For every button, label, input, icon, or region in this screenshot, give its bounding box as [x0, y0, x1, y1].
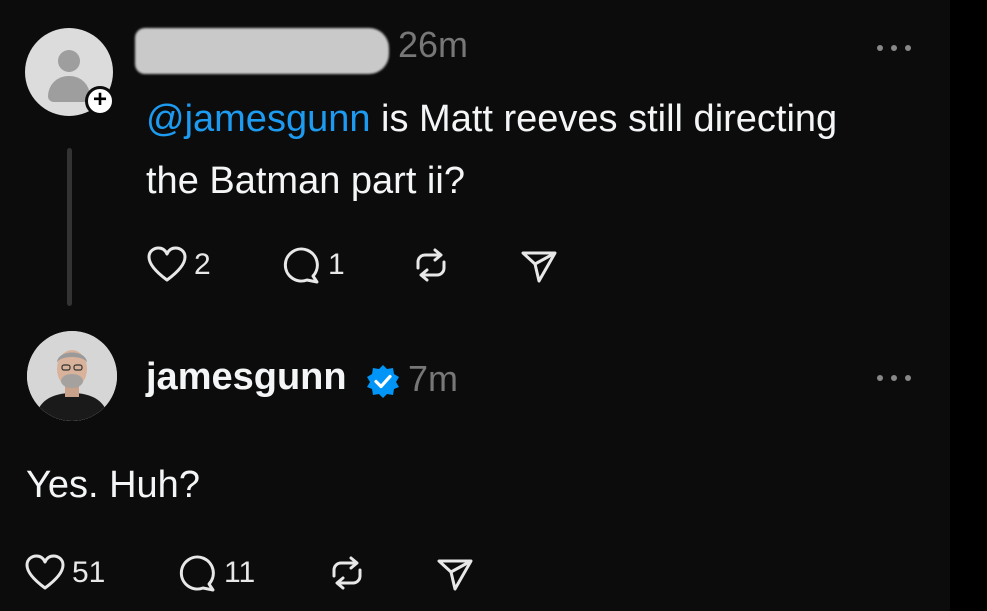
- post1-timestamp: 26m: [398, 24, 469, 65]
- post1-body: @jamesgunn is Matt reeves still directin…: [146, 88, 846, 212]
- heart-icon: [147, 246, 187, 282]
- post1-like-button[interactable]: 2: [146, 243, 211, 287]
- post2-body: Yes. Huh?: [26, 464, 200, 506]
- post2-reply-button[interactable]: 11: [176, 551, 255, 595]
- share-icon: [521, 251, 557, 283]
- mention-link[interactable]: @jamesgunn: [146, 98, 370, 140]
- post2-timestamp: 7m: [408, 358, 459, 399]
- post1-reply-button[interactable]: 1: [280, 243, 345, 287]
- share-icon: [437, 559, 473, 591]
- post1-more-icon[interactable]: [877, 42, 917, 54]
- post2-like-count: 51: [72, 556, 106, 589]
- post1-share-button[interactable]: [518, 243, 560, 287]
- post2-repost-button[interactable]: [326, 551, 368, 595]
- post2-share-button[interactable]: [434, 551, 476, 595]
- post1-like-count: 2: [194, 248, 211, 281]
- thread-connector-line: [67, 148, 72, 306]
- redacted-username: [135, 28, 389, 74]
- jamesgunn-avatar[interactable]: [27, 331, 117, 421]
- post1-repost-button[interactable]: [410, 243, 452, 287]
- heart-icon: [25, 554, 65, 590]
- screen-edge: [950, 0, 987, 611]
- profile-photo: [27, 331, 117, 421]
- comment-icon: [179, 555, 215, 592]
- post2-reply-count: 11: [224, 556, 256, 589]
- thread-feed: + 26m @jamesgunn is Matt reeves still di…: [0, 0, 950, 611]
- comment-icon: [283, 247, 319, 284]
- post1-actions: 2 1: [146, 243, 566, 287]
- follow-button[interactable]: +: [85, 86, 115, 116]
- post2-like-button[interactable]: 51: [24, 551, 105, 595]
- post1-avatar[interactable]: +: [25, 28, 115, 118]
- post2-author[interactable]: jamesgunn: [146, 356, 347, 399]
- repost-icon: [332, 556, 362, 590]
- post2-more-icon[interactable]: [877, 372, 917, 384]
- post2-actions: 51 11: [24, 551, 484, 595]
- repost-icon: [416, 248, 446, 282]
- post1-reply-count: 1: [328, 248, 345, 281]
- verified-badge-icon: [367, 365, 399, 398]
